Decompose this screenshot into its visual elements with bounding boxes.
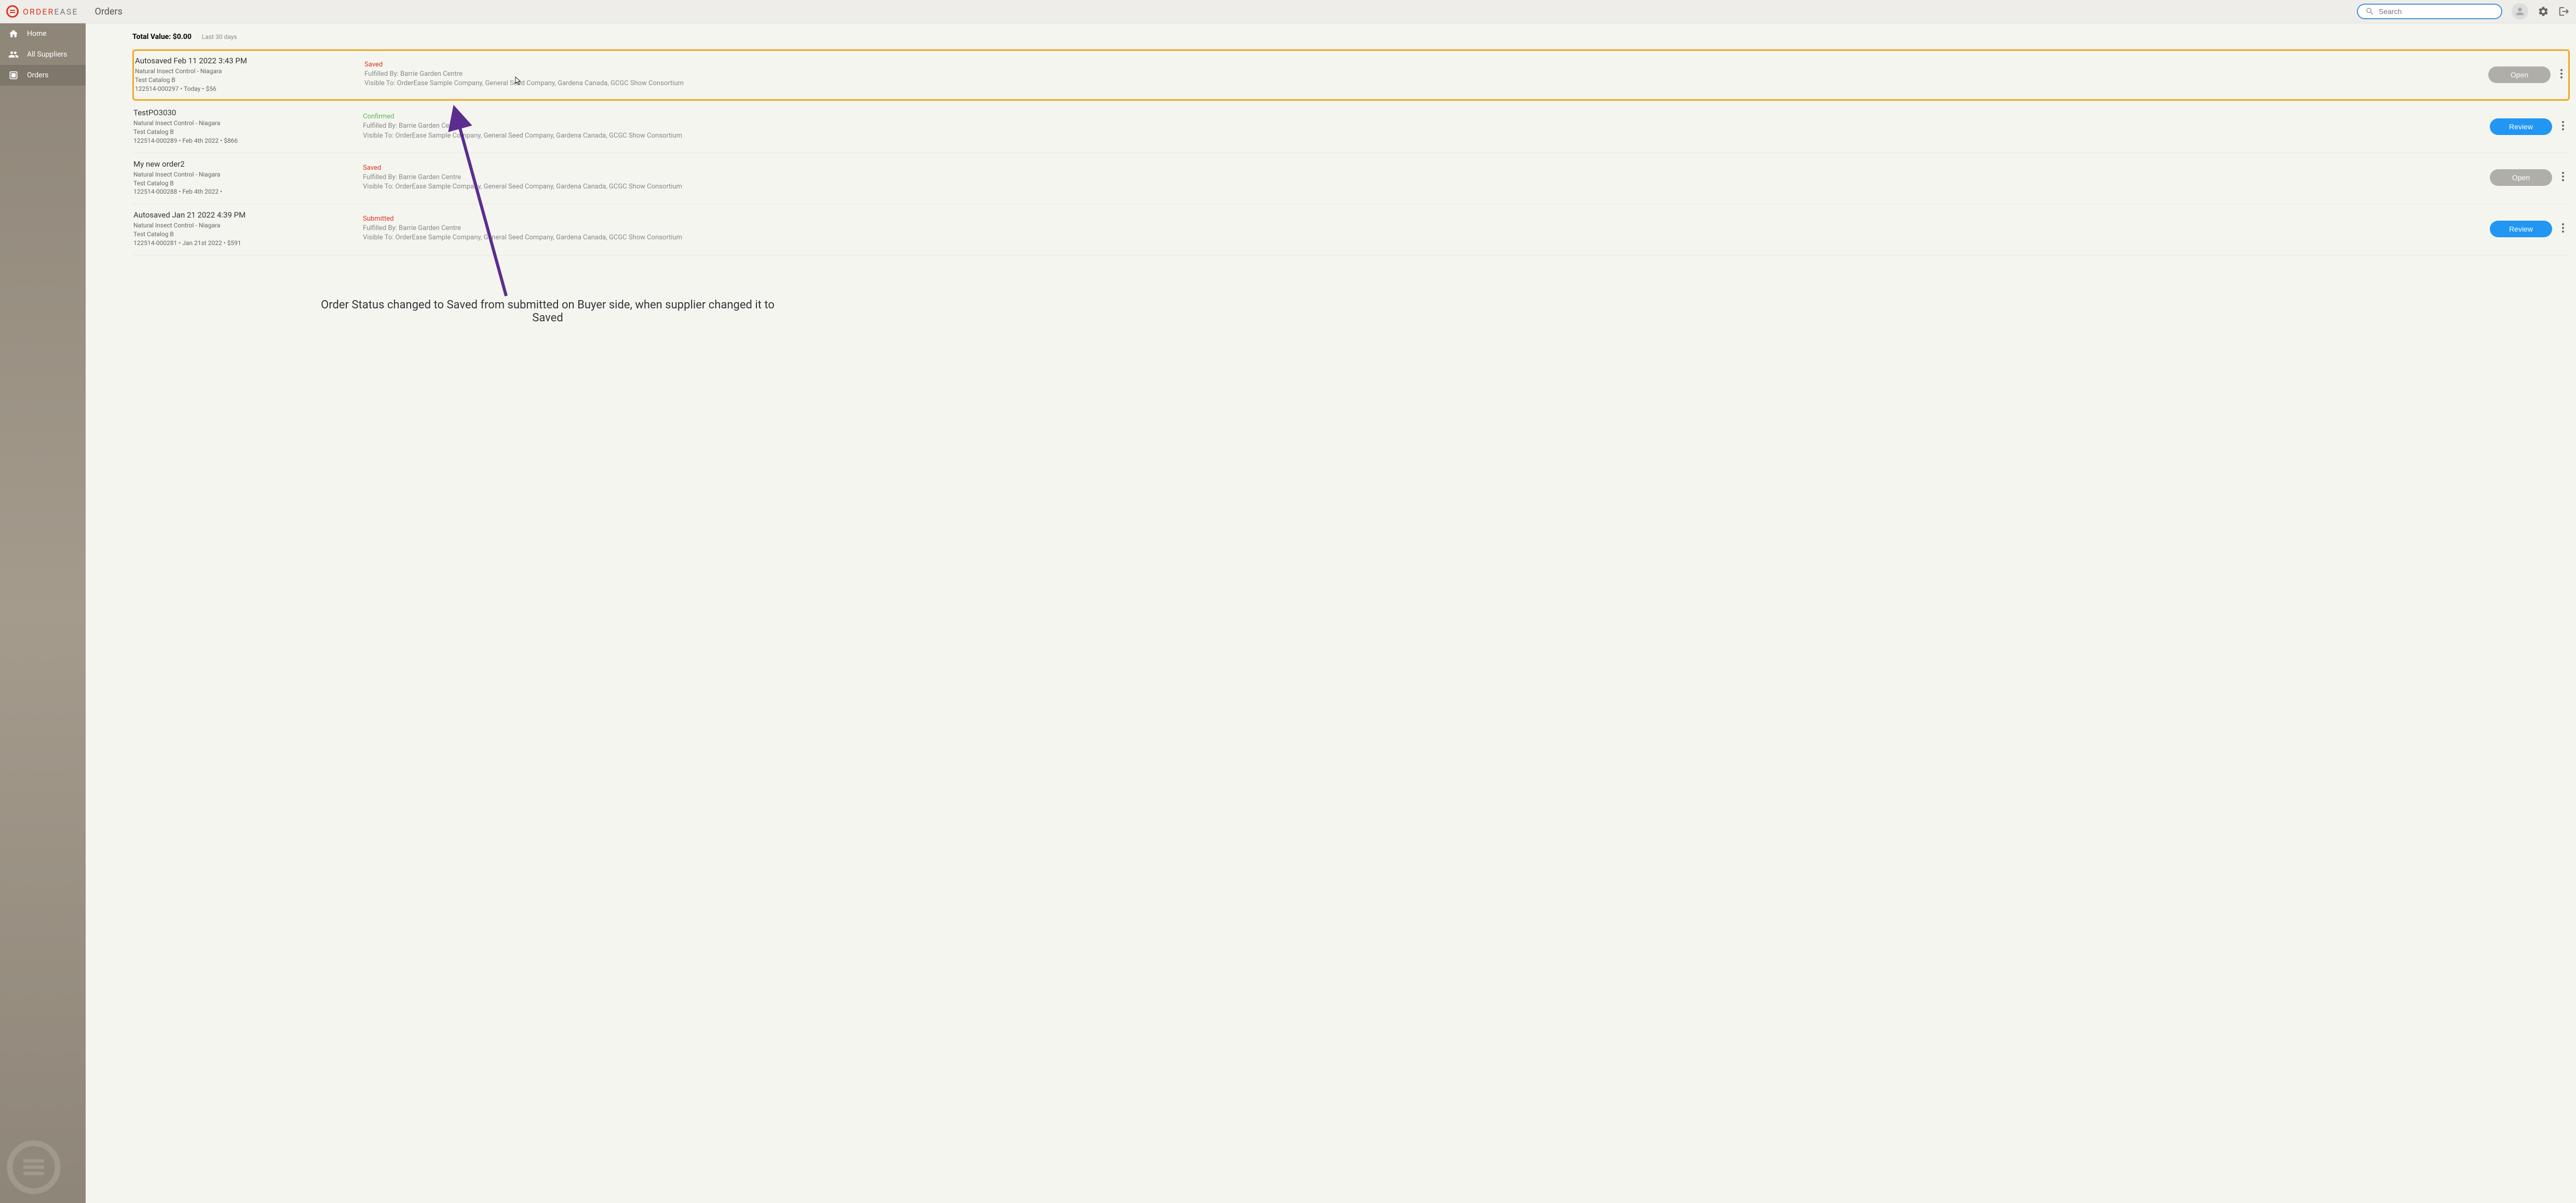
order-status: Confirmed <box>363 113 2484 120</box>
order-mid: SavedFulfilled By: Barrie Garden CentreV… <box>364 61 2482 88</box>
home-icon <box>8 29 19 39</box>
order-title: Autosaved Feb 11 2022 3:43 PM <box>135 56 358 65</box>
open-button[interactable]: Open <box>2488 66 2551 83</box>
kebab-menu[interactable] <box>2559 118 2567 135</box>
kebab-icon <box>2560 69 2563 79</box>
sidebar: Home All Suppliers Orders <box>0 23 86 1203</box>
sidebar-item-all-suppliers[interactable]: All Suppliers <box>0 44 86 65</box>
sidebar-item-label: All Suppliers <box>27 50 67 59</box>
kebab-icon <box>2561 223 2565 233</box>
logo-word-ease: EASE <box>54 7 78 17</box>
open-button[interactable]: Open <box>2490 169 2552 186</box>
total-label: Total Value: <box>132 33 173 41</box>
search-input[interactable] <box>2379 7 2494 16</box>
order-status: Saved <box>364 61 2482 69</box>
order-fulfilled-by: Fulfilled By: Barrie Garden Centre <box>364 70 2482 79</box>
order-status: Submitted <box>363 215 2484 223</box>
review-button[interactable]: Review <box>2490 118 2552 135</box>
logout-icon <box>2558 6 2570 17</box>
page-title: Orders <box>94 6 122 17</box>
order-mid: SavedFulfilled By: Barrie Garden CentreV… <box>363 164 2484 192</box>
gear-icon <box>2538 6 2549 17</box>
kebab-menu[interactable] <box>2559 169 2567 186</box>
main-content: Total Value: $0.00 Last 30 days Autosave… <box>86 23 2576 1203</box>
kebab-menu[interactable] <box>2559 221 2567 237</box>
order-visible-to: Visible To: OrderEase Sample Company, Ge… <box>363 233 2484 242</box>
user-icon <box>2514 6 2526 17</box>
sidebar-watermark <box>5 1139 62 1198</box>
order-fulfilled-by: Fulfilled By: Barrie Garden Centre <box>363 224 2484 233</box>
people-icon <box>8 49 19 60</box>
order-status: Saved <box>363 164 2484 172</box>
sidebar-item-home[interactable]: Home <box>0 23 86 44</box>
kebab-icon <box>2561 171 2565 182</box>
order-mid: SubmittedFulfilled By: Barrie Garden Cen… <box>363 215 2484 242</box>
order-visible-to: Visible To: OrderEase Sample Company, Ge… <box>364 79 2482 88</box>
order-left: Autosaved Feb 11 2022 3:43 PM Natural Ins… <box>135 56 358 93</box>
order-right: Review <box>2490 221 2567 237</box>
annotation-arrow <box>322 104 530 312</box>
total-value: Total Value: $0.00 <box>132 33 192 41</box>
avatar[interactable] <box>2512 3 2528 20</box>
order-row[interactable]: Autosaved Feb 11 2022 3:43 PM Natural Ins… <box>132 49 2570 101</box>
search-box[interactable] <box>2357 4 2502 19</box>
logo-text: ORDEREASE <box>23 7 78 17</box>
order-right: Review <box>2490 118 2567 135</box>
order-supplier: Natural Insect Control - Niagara <box>135 67 358 76</box>
top-bar: ORDEREASE Orders <box>0 0 2576 23</box>
logout-button[interactable] <box>2558 6 2570 17</box>
logo-icon <box>6 5 19 18</box>
sidebar-item-orders[interactable]: Orders <box>0 65 86 86</box>
kebab-icon <box>2561 120 2565 131</box>
date-range: Last 30 days <box>202 33 237 40</box>
settings-button[interactable] <box>2538 6 2549 17</box>
order-mid: ConfirmedFulfilled By: Barrie Garden Cen… <box>363 113 2484 140</box>
orders-icon <box>8 70 19 80</box>
logo-word-order: ORDER <box>23 7 54 17</box>
kebab-menu[interactable] <box>2558 66 2565 83</box>
brand-logo: ORDEREASE <box>6 5 78 18</box>
total-amount: $0.00 <box>173 33 192 41</box>
annotation-text: Order Status changed to Saved from submi… <box>319 299 776 325</box>
sidebar-item-label: Orders <box>27 71 49 79</box>
order-fulfilled-by: Fulfilled By: Barrie Garden Centre <box>363 121 2484 131</box>
order-fulfilled-by: Fulfilled By: Barrie Garden Centre <box>363 173 2484 182</box>
summary-row: Total Value: $0.00 Last 30 days <box>132 33 2570 41</box>
order-right: Open <box>2490 169 2567 186</box>
sidebar-item-label: Home <box>27 30 47 38</box>
order-visible-to: Visible To: OrderEase Sample Company, Ge… <box>363 131 2484 141</box>
review-button[interactable]: Review <box>2490 221 2552 237</box>
order-catalog: Test Catalog B <box>135 76 358 85</box>
order-visible-to: Visible To: OrderEase Sample Company, Ge… <box>363 182 2484 192</box>
order-line: 122514-000297 • Today • $56 <box>135 85 358 93</box>
order-right: Open <box>2488 66 2565 83</box>
cursor-icon <box>515 76 522 88</box>
search-icon <box>2365 7 2375 16</box>
